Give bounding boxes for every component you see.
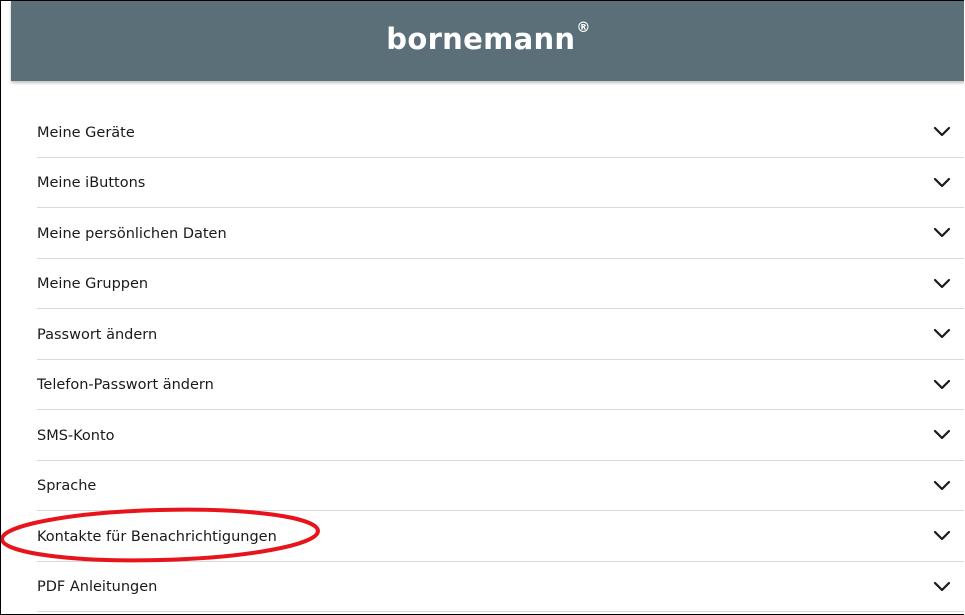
accordion-item-meine-gruppen[interactable]: Meine Gruppen: [37, 259, 964, 309]
accordion-item-label: Meine iButtons: [37, 175, 146, 192]
chevron-down-icon[interactable]: [933, 479, 951, 493]
chevron-down-icon[interactable]: [933, 226, 951, 240]
chevron-down-icon[interactable]: [933, 428, 951, 442]
brand-name: bornemann: [386, 22, 576, 56]
accordion-item-pdf-anleitungen[interactable]: PDF Anleitungen: [37, 562, 964, 612]
accordion-item-sprache[interactable]: Sprache: [37, 461, 964, 511]
settings-accordion: Meine Geräte Meine iButtons Meine persön…: [37, 107, 964, 612]
accordion-item-persoenliche-daten[interactable]: Meine persönlichen Daten: [37, 208, 964, 259]
accordion-item-meine-ibuttons[interactable]: Meine iButtons: [37, 158, 964, 208]
trademark-symbol: ®: [576, 20, 591, 36]
accordion-item-label: Meine persönlichen Daten: [37, 225, 227, 242]
chevron-down-icon[interactable]: [933, 529, 951, 543]
accordion-item-kontakte-benachrichtigungen[interactable]: Kontakte für Benachrichtigungen: [37, 511, 964, 562]
chevron-down-icon[interactable]: [933, 580, 951, 594]
accordion-item-label: PDF Anleitungen: [37, 579, 158, 596]
accordion-item-telefon-passwort[interactable]: Telefon-Passwort ändern: [37, 360, 964, 410]
chevron-down-icon[interactable]: [933, 125, 951, 139]
app-header: bornemann®: [11, 1, 964, 81]
accordion-item-label: Sprache: [37, 478, 97, 495]
accordion-item-label: Meine Geräte: [37, 124, 135, 141]
accordion-item-meine-geraete[interactable]: Meine Geräte: [37, 107, 964, 158]
accordion-item-passwort-aendern[interactable]: Passwort ändern: [37, 309, 964, 360]
chevron-down-icon[interactable]: [933, 277, 951, 291]
chevron-down-icon[interactable]: [933, 176, 951, 190]
accordion-item-label: Passwort ändern: [37, 326, 158, 343]
accordion-item-sms-konto[interactable]: SMS-Konto: [37, 410, 964, 461]
accordion-item-label: Kontakte für Benachrichtigungen: [37, 528, 277, 545]
chevron-down-icon[interactable]: [933, 327, 951, 341]
accordion-item-label: SMS-Konto: [37, 427, 115, 444]
app-frame: bornemann® Meine Geräte Meine iButtons M…: [0, 0, 964, 615]
accordion-item-label: Meine Gruppen: [37, 276, 149, 293]
accordion-item-label: Telefon-Passwort ändern: [37, 377, 214, 394]
chevron-down-icon[interactable]: [933, 378, 951, 392]
brand-logo[interactable]: bornemann®: [386, 20, 591, 56]
